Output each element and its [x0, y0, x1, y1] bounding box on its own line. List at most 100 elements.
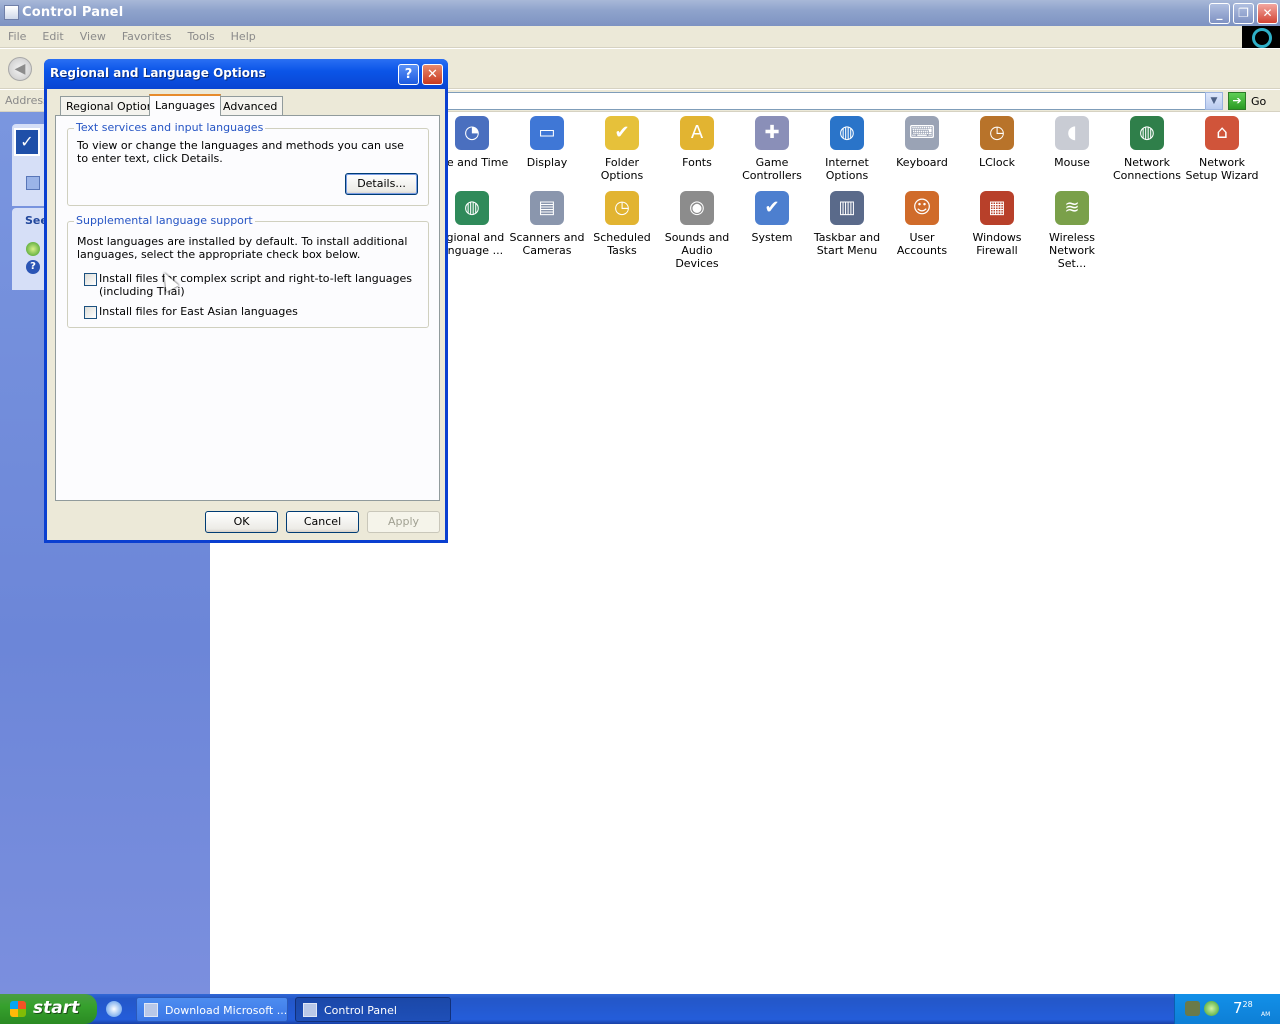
text-services-legend: Text services and input languages — [74, 121, 266, 134]
network-house-icon: ⌂ — [1205, 116, 1239, 150]
menu-edit[interactable]: Edit — [34, 26, 71, 43]
cp-item-label: Scheduled Tasks — [593, 231, 651, 257]
go-button[interactable]: Go — [1251, 95, 1266, 108]
menu-bar: File Edit View Favorites Tools Help — [0, 26, 1280, 48]
cp-item-mouse[interactable]: ◖ Mouse — [1034, 116, 1110, 169]
east-asian-checkbox[interactable] — [84, 306, 97, 319]
cp-item-network-globe[interactable]: ◍ Network Connections — [1109, 116, 1185, 182]
cp-item-label: Internet Options — [825, 156, 869, 182]
control-panel-small-icon — [303, 1003, 317, 1017]
languages-tab-page: Text services and input languages To vie… — [55, 115, 440, 501]
minimize-button[interactable]: _ — [1209, 3, 1230, 24]
complex-script-label[interactable]: Install files for complex script and rig… — [99, 272, 419, 298]
cp-item-system[interactable]: ✔ System — [734, 191, 810, 244]
clock-hour: 7 — [1233, 999, 1243, 1017]
cp-item-display[interactable]: ▭ Display — [509, 116, 585, 169]
tab-advanced[interactable]: Advanced — [217, 96, 284, 116]
cp-item-label: Scanners and Cameras — [509, 231, 585, 257]
address-input[interactable] — [445, 92, 1223, 110]
cp-item-globe[interactable]: ◍ Internet Options — [809, 116, 885, 182]
mouse-icon: ◖ — [1055, 116, 1089, 150]
cp-item-label: Folder Options — [600, 156, 644, 182]
taskbar-button-control-panel[interactable]: Control Panel — [295, 997, 451, 1022]
cp-item-scheduled-folder[interactable]: ◷ Scheduled Tasks — [584, 191, 660, 257]
clock-minutes: 28 — [1242, 1000, 1253, 1009]
close-button[interactable]: ✕ — [1257, 3, 1278, 24]
users-icon: ☺ — [905, 191, 939, 225]
cp-item-label: Mouse — [1054, 156, 1090, 169]
quick-launch-ie-icon[interactable] — [106, 1001, 122, 1017]
apply-button[interactable]: Apply — [367, 511, 440, 533]
ie-page-icon — [144, 1003, 158, 1017]
control-panel-icon — [4, 5, 19, 20]
cp-item-label: Network Setup Wizard — [1185, 156, 1259, 182]
text-services-group: Text services and input languages To vie… — [67, 121, 429, 206]
clock-icon: ◔ — [455, 116, 489, 150]
cp-item-label: Display — [526, 156, 568, 169]
cp-item-users[interactable]: ☺ User Accounts — [884, 191, 960, 257]
firewall-icon: ▦ — [980, 191, 1014, 225]
cp-item-keyboard[interactable]: ⌨ Keyboard — [884, 116, 960, 169]
cp-item-network-house[interactable]: ⌂ Network Setup Wizard — [1184, 116, 1260, 182]
regional-language-dialog: Regional and Language Options ? ✕ Region… — [44, 59, 448, 543]
tab-languages[interactable]: Languages — [149, 94, 222, 116]
maximize-button[interactable]: ❐ — [1233, 3, 1254, 24]
cp-item-fonts-folder[interactable]: A Fonts — [659, 116, 735, 169]
clock[interactable]: 728 — [1233, 999, 1253, 1017]
dialog-title: Regional and Language Options — [50, 66, 266, 80]
taskbar-button-control-panel-label: Control Panel — [324, 1004, 397, 1017]
cp-item-lclock[interactable]: ◷ LClock — [959, 116, 1035, 169]
dialog-close-button[interactable]: ✕ — [422, 64, 443, 85]
folder-options-icon: ✔ — [605, 116, 639, 150]
go-arrow-icon[interactable]: ➔ — [1228, 92, 1246, 110]
complex-script-checkbox[interactable] — [84, 273, 97, 286]
globe-icon: ◍ — [830, 116, 864, 150]
dialog-help-button[interactable]: ? — [398, 64, 419, 85]
menu-view[interactable]: View — [72, 26, 114, 43]
system-icon: ✔ — [755, 191, 789, 225]
supplemental-legend: Supplemental language support — [74, 214, 255, 227]
east-asian-label[interactable]: Install files for East Asian languages — [99, 305, 419, 318]
menu-help[interactable]: Help — [223, 26, 264, 43]
taskbar-icon: ▥ — [830, 191, 864, 225]
cp-item-firewall[interactable]: ▦ Windows Firewall — [959, 191, 1035, 257]
supplemental-description: Most languages are installed by default.… — [77, 235, 408, 261]
keyboard-icon: ⌨ — [905, 116, 939, 150]
cp-item-speaker[interactable]: ◉ Sounds and Audio Devices — [659, 191, 735, 270]
menu-file[interactable]: File — [0, 26, 34, 43]
cp-item-wireless[interactable]: ≋ Wireless Network Set... — [1034, 191, 1110, 270]
speaker-icon: ◉ — [680, 191, 714, 225]
tray-app-icon[interactable] — [1185, 1001, 1200, 1016]
cp-item-label: Fonts — [682, 156, 712, 169]
fonts-folder-icon: A — [680, 116, 714, 150]
cp-item-label: Game Controllers — [742, 156, 802, 182]
windows-update-icon[interactable] — [26, 242, 40, 256]
start-button[interactable]: start — [0, 994, 97, 1024]
tray-security-icon[interactable] — [1204, 1001, 1219, 1016]
taskbar-button-download-label: Download Microsoft .... — [165, 1004, 288, 1017]
cp-item-scanner[interactable]: ▤ Scanners and Cameras — [509, 191, 585, 257]
wireless-icon: ≋ — [1055, 191, 1089, 225]
cp-item-taskbar[interactable]: ▥ Taskbar and Start Menu — [809, 191, 885, 257]
windows-flag-icon — [10, 1001, 26, 1017]
menu-favorites[interactable]: Favorites — [114, 26, 180, 43]
cp-item-folder-options[interactable]: ✔ Folder Options — [584, 116, 660, 182]
cancel-button[interactable]: Cancel — [286, 511, 359, 533]
cp-item-label: System — [751, 231, 793, 244]
regional-globe-icon: ◍ — [455, 191, 489, 225]
network-globe-icon: ◍ — [1130, 116, 1164, 150]
address-dropdown-icon[interactable]: ▼ — [1205, 92, 1223, 110]
start-label: start — [33, 998, 80, 1018]
back-arrow-icon[interactable]: ◀ — [8, 57, 32, 81]
menu-tools[interactable]: Tools — [180, 26, 223, 43]
main-title-bar[interactable]: Control Panel _ ❐ ✕ — [0, 0, 1280, 26]
display-icon: ▭ — [530, 116, 564, 150]
taskbar-button-download[interactable]: Download Microsoft .... — [136, 997, 288, 1022]
details-button[interactable]: Details... — [345, 173, 418, 195]
switch-view-icon[interactable] — [26, 176, 40, 190]
help-icon[interactable]: ? — [26, 260, 40, 274]
control-panel-check-icon: ✓ — [14, 128, 40, 156]
ok-button[interactable]: OK — [205, 511, 278, 533]
cp-item-gamepad[interactable]: ✚ Game Controllers — [734, 116, 810, 182]
dialog-title-bar[interactable]: Regional and Language Options ? ✕ — [44, 59, 448, 89]
